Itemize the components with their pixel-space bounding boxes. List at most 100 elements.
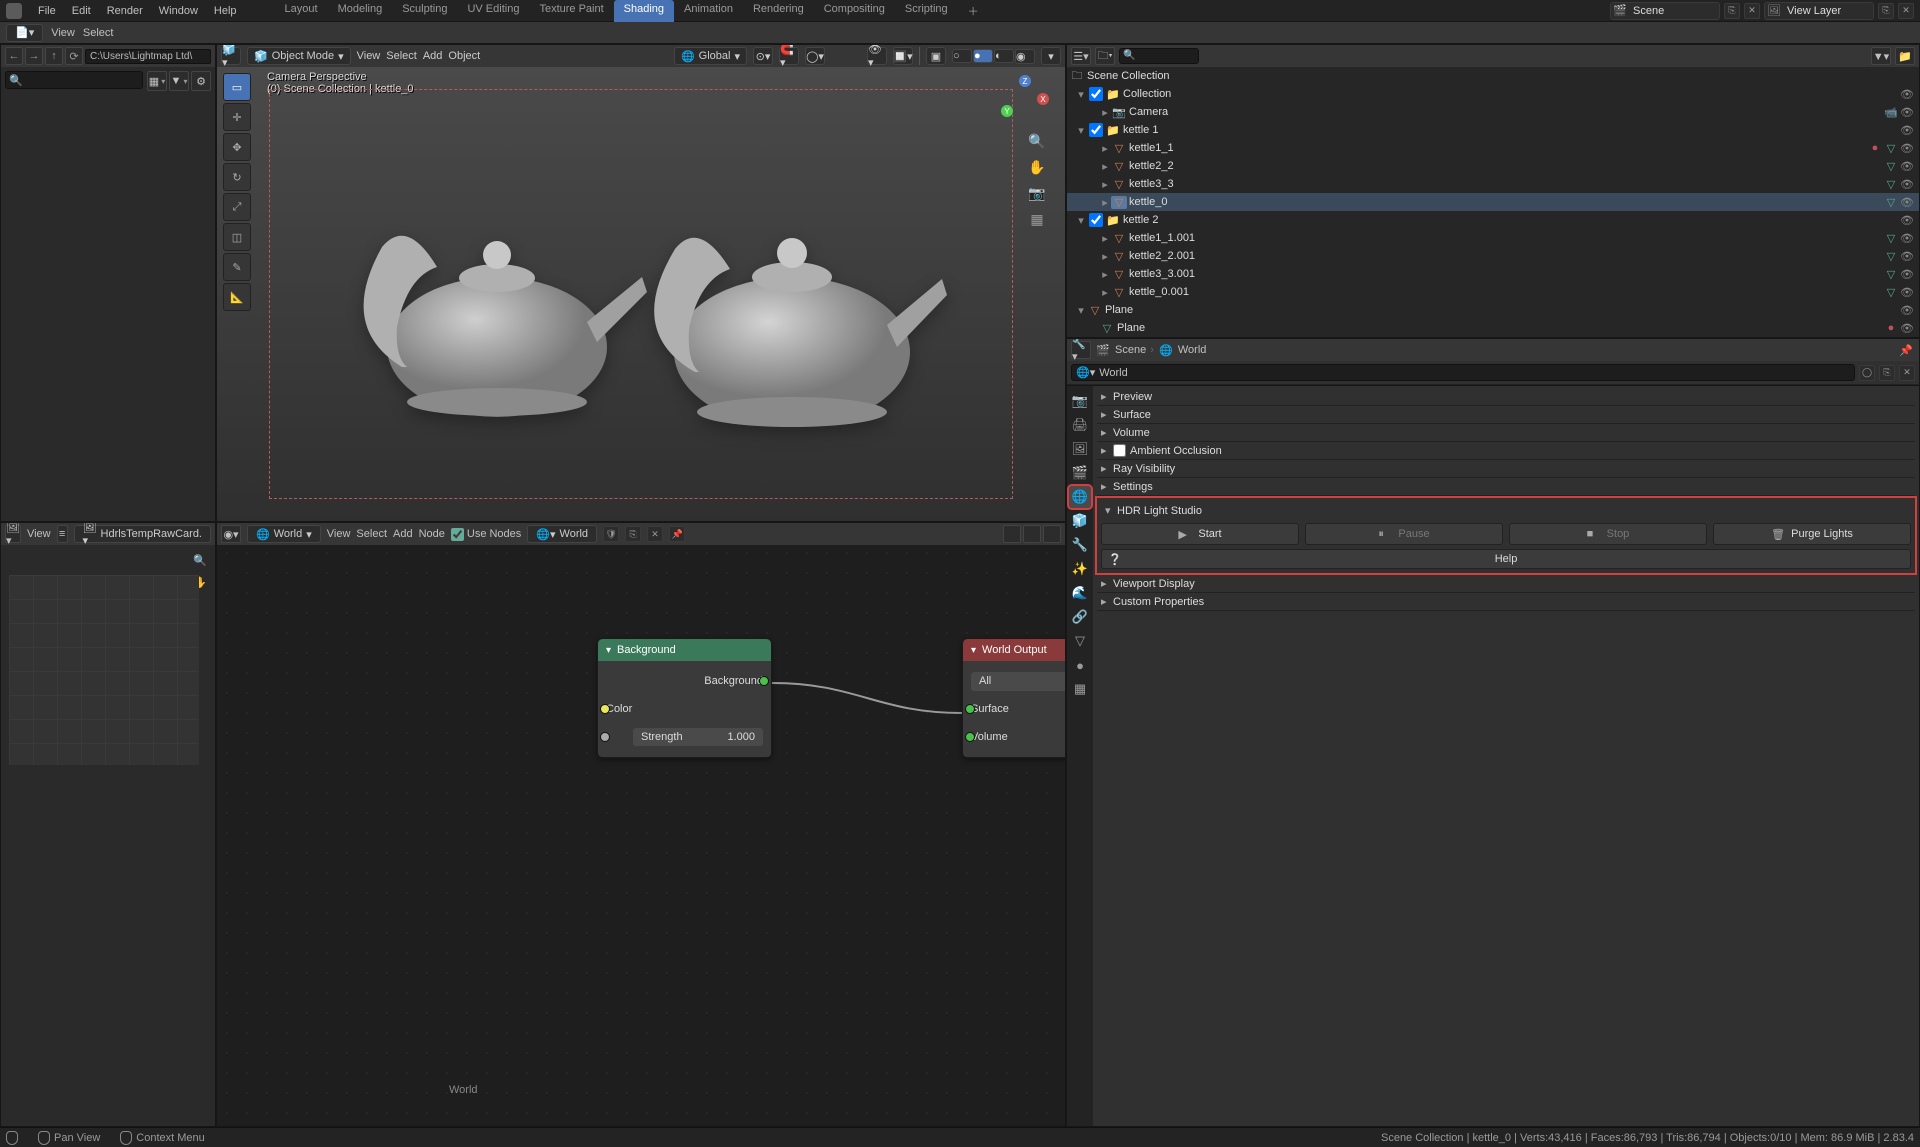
tab-texture[interactable]: ▦ bbox=[1069, 678, 1091, 700]
outliner-item-camera[interactable]: ▸ 📷 Camera 📹 👁 bbox=[1067, 103, 1919, 121]
ao-checkbox[interactable] bbox=[1113, 444, 1126, 457]
collection-visibility-checkbox[interactable] bbox=[1089, 87, 1103, 101]
shade-solid[interactable]: ● bbox=[973, 49, 993, 63]
node-header[interactable]: ▾ Background bbox=[598, 639, 771, 661]
outliner-editor-type[interactable]: ☰▾ bbox=[1071, 47, 1091, 65]
3d-viewport[interactable]: 🧊▾ 🧊 Object Mode ▾ View Select Add Objec… bbox=[216, 44, 1066, 522]
gizmo-visibility-button[interactable]: 👁▾ bbox=[867, 47, 887, 65]
socket-out-shader[interactable] bbox=[759, 676, 769, 686]
zoom-icon[interactable]: 🔍 bbox=[191, 551, 209, 569]
snap-button[interactable]: 🧲▾ bbox=[779, 47, 799, 65]
tab-layout[interactable]: Layout bbox=[275, 0, 328, 22]
outliner-new-collection-button[interactable]: 📁 bbox=[1895, 47, 1915, 65]
socket-in-value[interactable] bbox=[600, 732, 610, 742]
imged-view-menu[interactable]: View bbox=[27, 528, 51, 540]
eye-icon[interactable]: 👁 bbox=[1899, 214, 1915, 227]
image-editor-body[interactable]: 🔍 ✋ bbox=[1, 545, 215, 1126]
teapot-1[interactable] bbox=[347, 167, 647, 430]
eye-icon[interactable]: 👁 bbox=[1899, 196, 1915, 209]
tab-scripting[interactable]: Scripting bbox=[895, 0, 958, 22]
fb-display-mode-button[interactable]: ▦ bbox=[147, 71, 167, 91]
view-layer-name-input[interactable] bbox=[1783, 4, 1873, 18]
filebrowser-file-menu[interactable]: 📄▾ bbox=[6, 24, 43, 42]
tool-move[interactable]: ✥ bbox=[223, 133, 251, 161]
eye-icon[interactable]: 👁 bbox=[1899, 178, 1915, 191]
tb-select[interactable]: Select bbox=[83, 27, 114, 39]
fb-back-button[interactable]: ← bbox=[5, 47, 23, 65]
pivot-button[interactable]: ⊙▾ bbox=[753, 47, 773, 65]
section-hdls[interactable]: ▾HDR Light Studio bbox=[1101, 502, 1911, 519]
tool-scale[interactable]: ⤢ bbox=[223, 193, 251, 221]
world-copy-button[interactable]: ⎘ bbox=[625, 526, 641, 542]
menu-edit[interactable]: Edit bbox=[64, 2, 99, 20]
tab-material[interactable]: ● bbox=[1069, 654, 1091, 676]
ne-menu-add[interactable]: Add bbox=[393, 528, 413, 540]
eye-icon[interactable]: 👁 bbox=[1899, 142, 1915, 155]
eye-icon[interactable]: 👁 bbox=[1899, 124, 1915, 137]
eye-icon[interactable]: 👁 bbox=[1899, 304, 1915, 317]
tool-annotate[interactable]: ✎ bbox=[223, 253, 251, 281]
menu-render[interactable]: Render bbox=[99, 2, 151, 20]
tab-sculpting[interactable]: Sculpting bbox=[392, 0, 457, 22]
ne-menu-view[interactable]: View bbox=[327, 528, 351, 540]
collapse-icon[interactable]: ▾ bbox=[971, 645, 976, 656]
outliner-tree[interactable]: 🗀 Scene Collection ▾ 📁 Collection 👁 ▸ 📷 … bbox=[1067, 67, 1919, 337]
shade-matpreview[interactable]: ◐ bbox=[994, 49, 1014, 63]
tab-scene[interactable]: 🎬 bbox=[1069, 462, 1091, 484]
outliner-display-mode[interactable]: 🗀▾ bbox=[1095, 47, 1115, 65]
proportional-edit-button[interactable]: ◯▾ bbox=[805, 47, 825, 65]
tool-cursor[interactable]: ✛ bbox=[223, 103, 251, 131]
ne-backdrop-button[interactable] bbox=[1043, 525, 1061, 543]
fb-search-input[interactable] bbox=[5, 71, 143, 89]
zoom-icon[interactable]: 🔍 bbox=[1027, 131, 1047, 151]
outliner-item[interactable]: ▸▽kettle1_1.001▽👁 bbox=[1067, 229, 1919, 247]
tab-modeling[interactable]: Modeling bbox=[328, 0, 393, 22]
eye-icon[interactable]: 👁 bbox=[1899, 160, 1915, 173]
world-shield-button[interactable]: 🛡 bbox=[603, 526, 619, 542]
viewport-body[interactable]: ▭ ✛ ✥ ↻ ⤢ ◫ ✎ 📐 Camera Perspective (0) S… bbox=[217, 67, 1065, 521]
scene-name-input[interactable] bbox=[1629, 4, 1719, 18]
hdls-help-button[interactable]: ❔Help bbox=[1101, 549, 1911, 569]
fb-filter-button[interactable]: ▼ bbox=[169, 71, 189, 91]
node-header[interactable]: ▾ World Output bbox=[963, 639, 1066, 661]
eye-icon[interactable]: 👁 bbox=[1899, 232, 1915, 245]
outliner-item[interactable]: ▸▽kettle3_3▽👁 bbox=[1067, 175, 1919, 193]
tab-output[interactable]: 🖨 bbox=[1069, 414, 1091, 436]
world-new-button[interactable]: ◯ bbox=[1859, 365, 1875, 381]
menu-file[interactable]: File bbox=[30, 2, 64, 20]
scene-selector[interactable]: 🎬 bbox=[1610, 2, 1720, 20]
input-strength[interactable]: Strength 1.000 bbox=[606, 723, 763, 751]
fb-up-button[interactable]: ↑ bbox=[45, 47, 63, 65]
eye-icon[interactable]: 👁 bbox=[1899, 106, 1915, 119]
view-layer-selector[interactable]: 🖼 bbox=[1764, 2, 1874, 20]
node-background[interactable]: ▾ Background Background Color Strength 1… bbox=[597, 638, 772, 758]
collection-visibility-checkbox[interactable] bbox=[1089, 213, 1103, 227]
transform-orientation[interactable]: 🌐 Global▾ bbox=[674, 47, 747, 65]
input-color[interactable]: Color bbox=[606, 695, 763, 723]
shade-rendered[interactable]: ◉ bbox=[1015, 49, 1035, 64]
tool-select-box[interactable]: ▭ bbox=[223, 73, 251, 101]
tool-measure[interactable]: 📐 bbox=[223, 283, 251, 311]
outliner-item[interactable]: ▸▽kettle_0.001▽👁 bbox=[1067, 283, 1919, 301]
input-surface[interactable]: Surface bbox=[971, 695, 1066, 723]
collapse-icon[interactable]: ▾ bbox=[606, 645, 611, 656]
collection-visibility-checkbox[interactable] bbox=[1089, 123, 1103, 137]
eye-icon[interactable]: 👁 bbox=[1899, 286, 1915, 299]
outliner-item-collection[interactable]: ▾ 📁 Collection 👁 bbox=[1067, 85, 1919, 103]
imged-editor-type[interactable]: 🖼▾ bbox=[5, 525, 21, 543]
shader-type-selector[interactable]: 🌐World▾ bbox=[247, 525, 321, 543]
menu-window[interactable]: Window bbox=[151, 2, 206, 20]
image-selector[interactable]: 🖼▾ HdrlsTempRawCard. bbox=[74, 525, 211, 543]
tab-mesh[interactable]: ▽ bbox=[1069, 630, 1091, 652]
tab-compositing[interactable]: Compositing bbox=[814, 0, 895, 22]
xray-button[interactable]: ▣ bbox=[926, 47, 946, 65]
camera-view-icon[interactable]: 📷 bbox=[1027, 183, 1047, 203]
viewlayer-new-button[interactable]: ⎘ bbox=[1878, 3, 1894, 19]
tab-rendering[interactable]: Rendering bbox=[743, 0, 814, 22]
tool-transform[interactable]: ◫ bbox=[223, 223, 251, 251]
section-custom-properties[interactable]: ▸Custom Properties bbox=[1097, 593, 1915, 610]
section-ray-visibility[interactable]: ▸Ray Visibility bbox=[1097, 460, 1915, 477]
ne-menu-select[interactable]: Select bbox=[356, 528, 387, 540]
teapot-2[interactable] bbox=[637, 167, 947, 440]
tab-physics[interactable]: 🌊 bbox=[1069, 582, 1091, 604]
